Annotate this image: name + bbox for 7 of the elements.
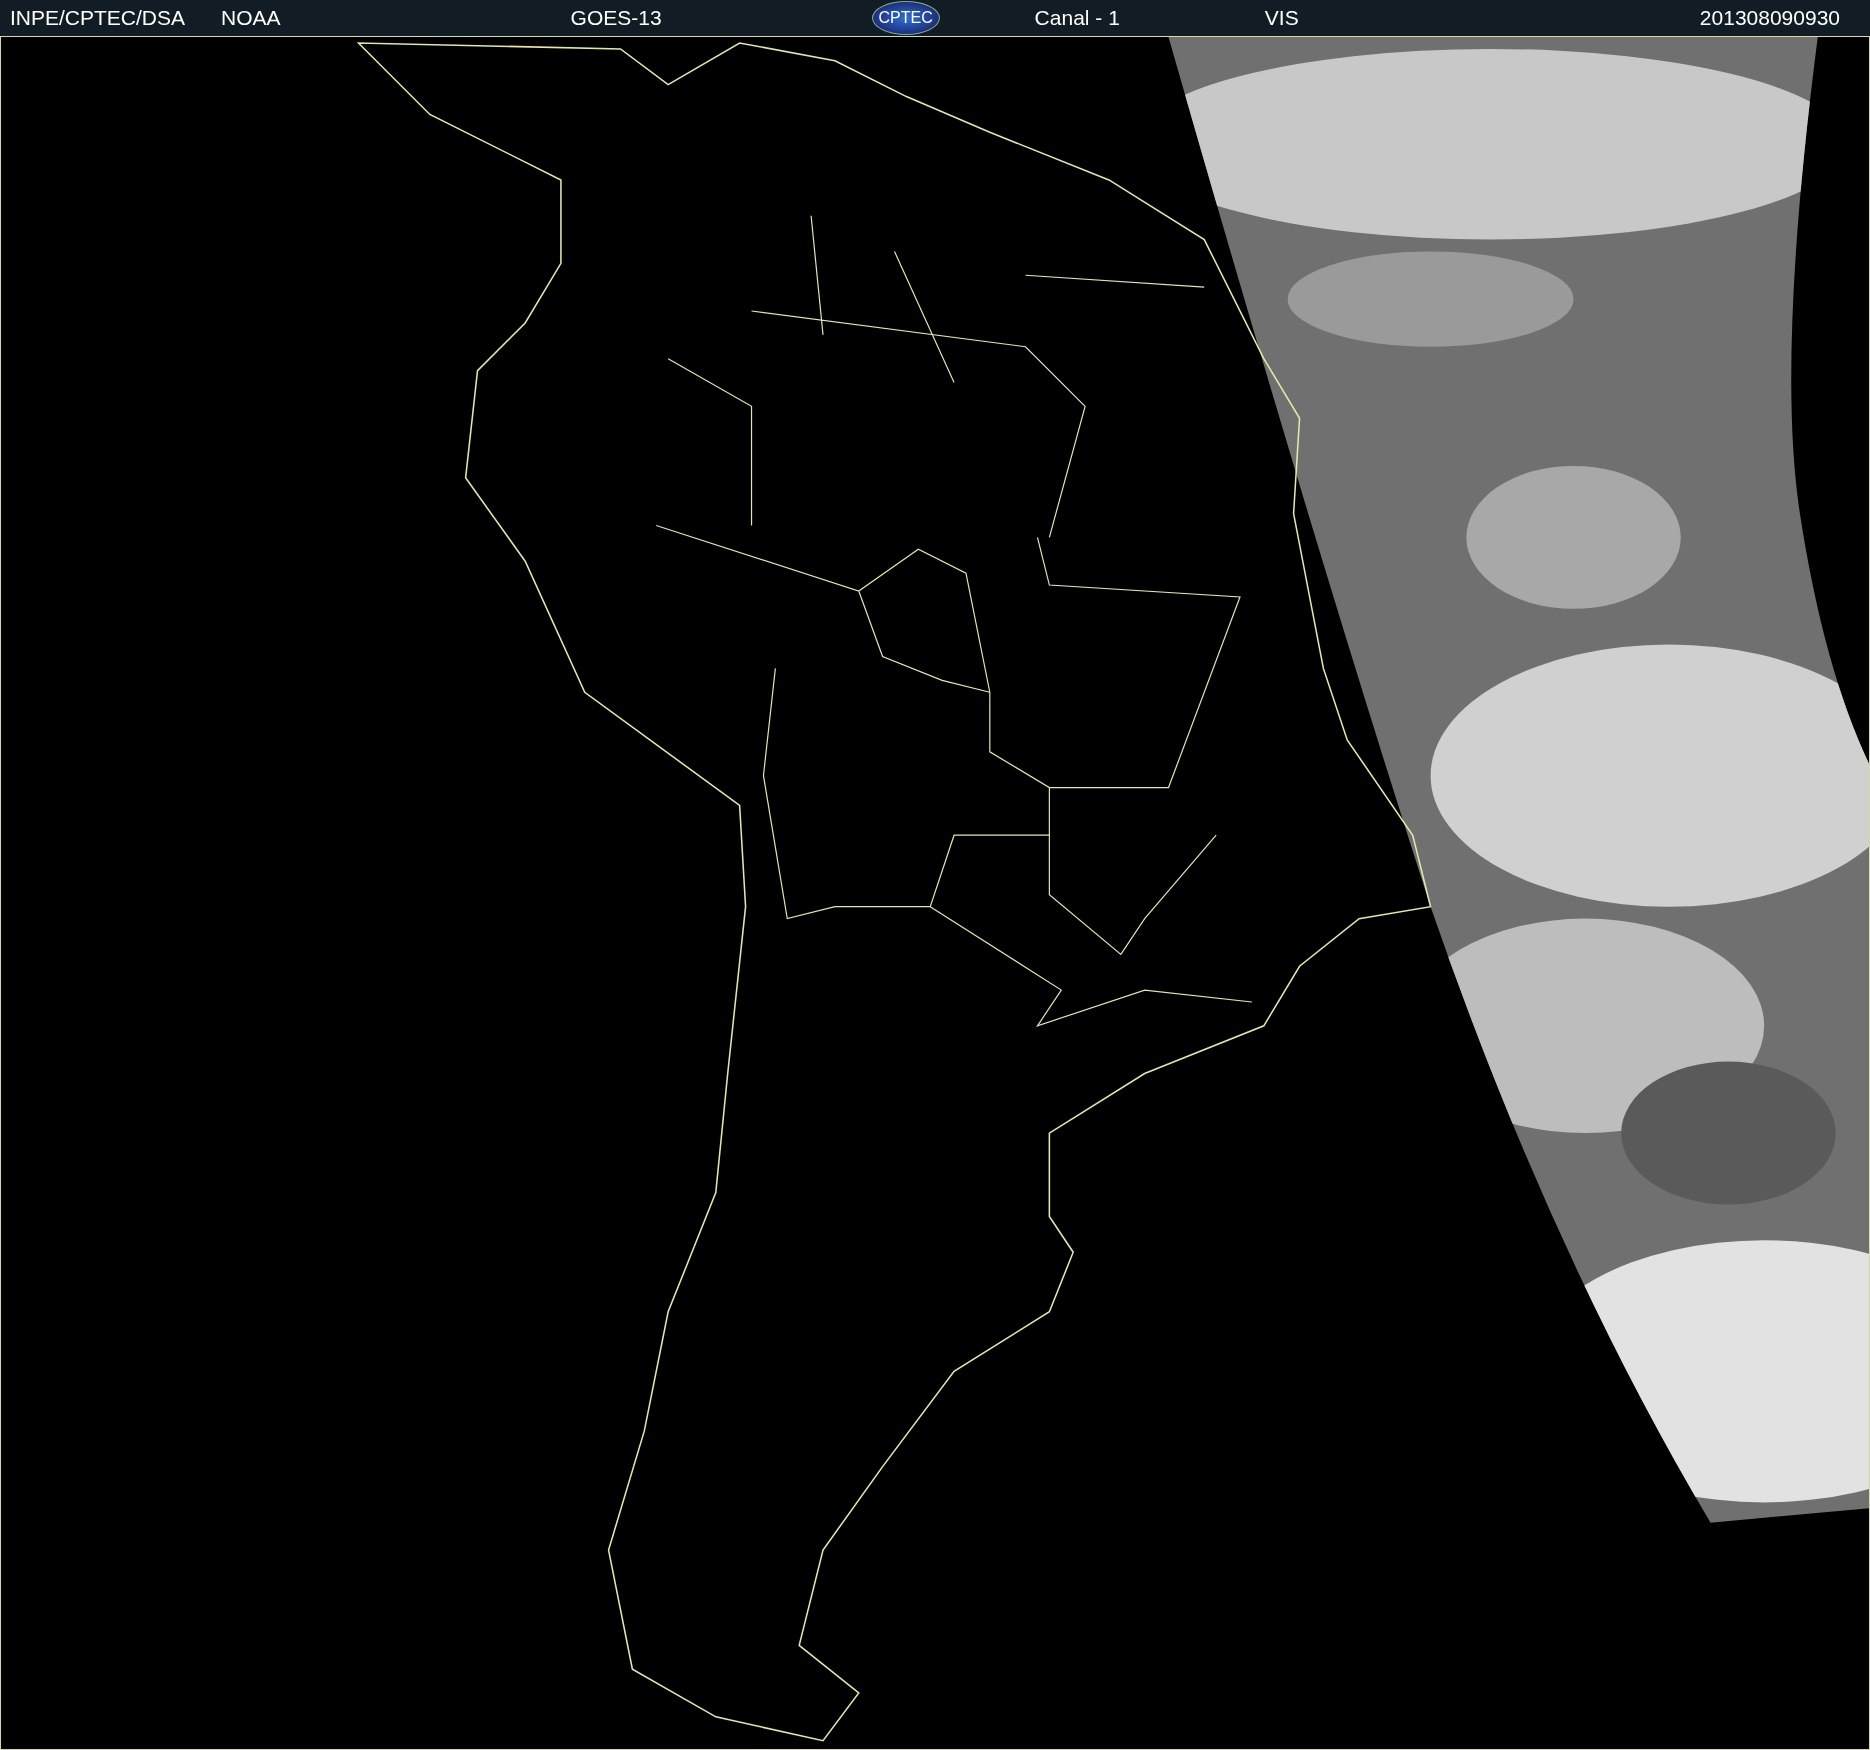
band-label: VIS (1264, 6, 1299, 30)
channel-label: Canal - 1 (1034, 6, 1120, 30)
logo: CPTEC (871, 1, 940, 35)
satellite-label: GOES-13 (570, 6, 662, 30)
agency-label: NOAA (221, 6, 281, 30)
source-label: INPE/CPTEC/DSA (10, 6, 186, 30)
timestamp-label: 201308090930 (1699, 6, 1840, 30)
